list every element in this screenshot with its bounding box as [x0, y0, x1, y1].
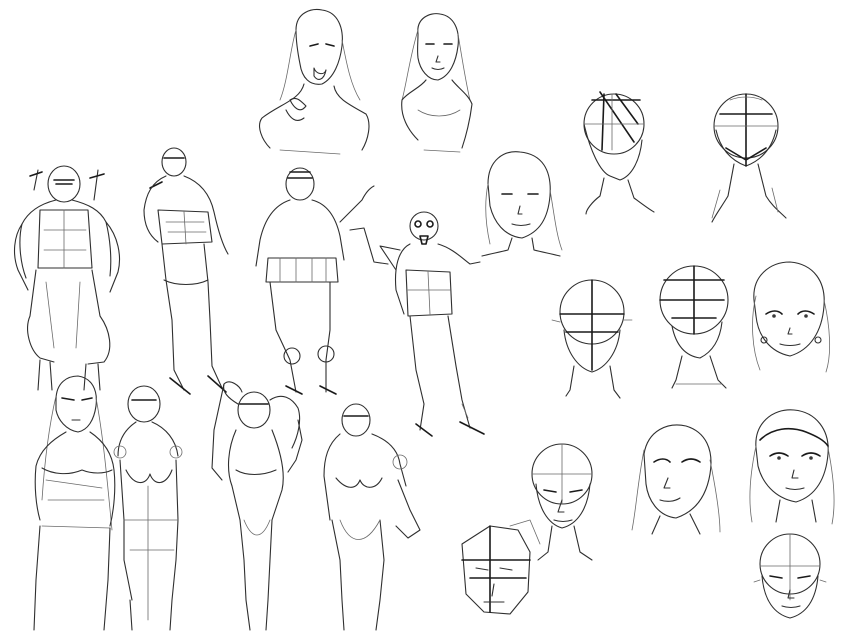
figure-woman-arms-raised: [211, 381, 303, 631]
figure-long-hair-woman: [33, 375, 116, 631]
head-woman-small: [481, 151, 563, 257]
sketch-sheet: [0, 0, 850, 638]
figure-muscular-swordsman: [13, 165, 121, 391]
figure-gasmask-soldier: [349, 211, 485, 437]
head-bald-1: [531, 443, 593, 561]
head-construction-2: [711, 93, 787, 223]
head-angular-construction: [461, 519, 541, 615]
head-construction-1: [583, 91, 655, 215]
head-bald-2: [753, 533, 827, 619]
figure-mannequin-woman: [113, 385, 183, 631]
figure-man-with-book: [143, 147, 229, 395]
bust-screaming-woman: [259, 8, 370, 155]
bust-calm-woman: [401, 13, 473, 153]
head-construction-4: [659, 265, 729, 389]
figure-soldier: [255, 167, 375, 395]
head-woman-earring: [752, 261, 831, 373]
head-woman-three-quarter: [631, 424, 721, 535]
head-woman-bangs: [749, 409, 835, 525]
figure-woman-swimsuit: [323, 403, 421, 631]
head-construction-3: [551, 279, 633, 399]
sketch-canvas: [13, 8, 835, 631]
